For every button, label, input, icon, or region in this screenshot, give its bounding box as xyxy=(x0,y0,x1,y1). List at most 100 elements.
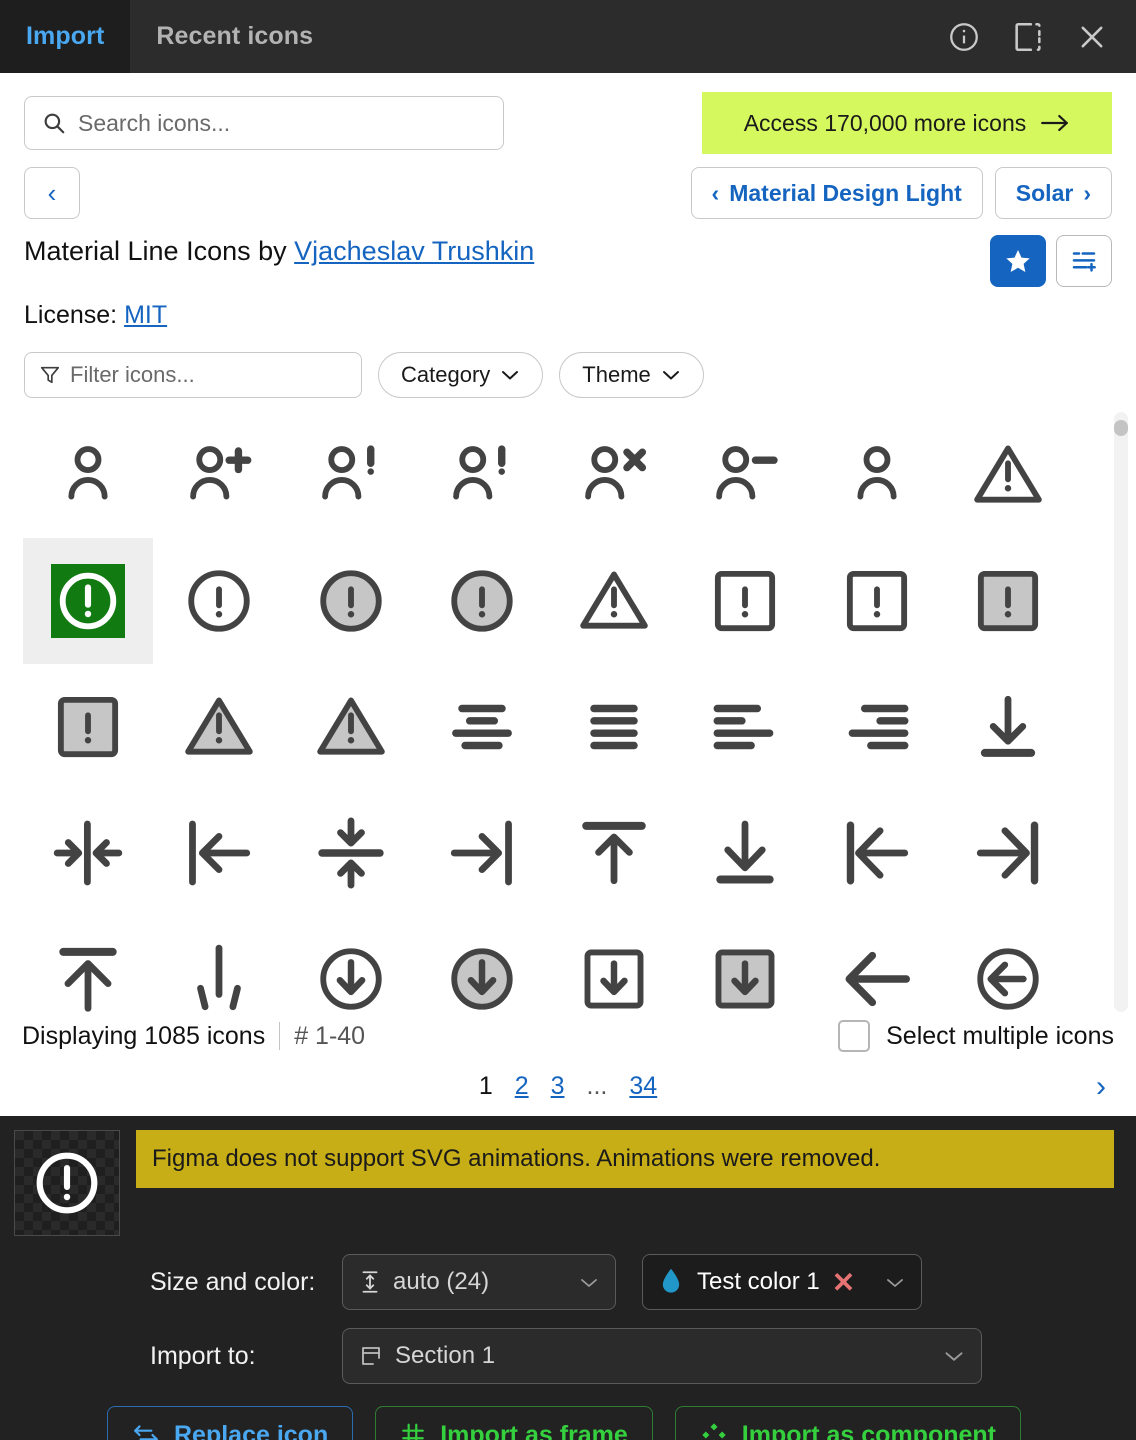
import-as-component-button[interactable]: Import as component xyxy=(674,1406,1021,1440)
icon-cell[interactable] xyxy=(943,790,1075,916)
prev-pack-button[interactable]: ‹ Material Design Light xyxy=(690,167,983,219)
header-bar: Import Recent icons xyxy=(0,0,1136,73)
search-placeholder: Search icons... xyxy=(78,109,231,136)
arrows-collapse-vertical-icon xyxy=(286,790,416,916)
clear-color-icon[interactable]: ✕ xyxy=(832,1266,855,1299)
icon-cell[interactable] xyxy=(285,664,417,790)
icon-cell[interactable] xyxy=(548,916,680,1012)
header-spacer xyxy=(339,0,942,73)
icon-cell[interactable] xyxy=(417,916,549,1012)
icon-cell[interactable] xyxy=(943,412,1075,538)
pagination-page[interactable]: 34 xyxy=(629,1072,657,1101)
icon-cell[interactable] xyxy=(285,916,417,1012)
import-as-frame-button[interactable]: Import as frame xyxy=(375,1406,653,1440)
arrow-left-to-bar-icon xyxy=(812,790,942,916)
filter-input[interactable]: Filter icons... xyxy=(24,352,362,398)
icon-cell[interactable] xyxy=(680,664,812,790)
access-more-icons-button[interactable]: Access 170,000 more icons xyxy=(702,92,1112,154)
select-multiple-checkbox[interactable] xyxy=(838,1020,871,1052)
theme-dropdown[interactable]: Theme xyxy=(559,352,704,398)
icon-cell[interactable] xyxy=(154,916,286,1012)
icon-preview xyxy=(14,1130,120,1236)
info-icon[interactable] xyxy=(942,15,986,59)
icon-cell[interactable] xyxy=(417,790,549,916)
icon-cell[interactable] xyxy=(811,664,943,790)
tab-recent-icons[interactable]: Recent icons xyxy=(130,0,339,73)
icon-cell[interactable] xyxy=(285,790,417,916)
arrow-right-to-bar-icon xyxy=(943,790,1073,916)
icon-cell[interactable] xyxy=(943,538,1075,664)
grid-scrollbar[interactable] xyxy=(1114,412,1128,1012)
icon-cell[interactable] xyxy=(154,664,286,790)
icon-cell[interactable] xyxy=(943,916,1075,1012)
pagination-next-button[interactable]: › xyxy=(1096,1070,1106,1104)
arrows-collapse-horizontal-icon xyxy=(23,790,153,916)
category-label: Category xyxy=(401,362,491,387)
alert-circle-icon xyxy=(154,538,284,664)
category-dropdown[interactable]: Category xyxy=(378,352,544,398)
align-right-icon xyxy=(812,664,942,790)
import-actions: Replace icon Import as frame Import as c… xyxy=(14,1406,1114,1440)
pagination-page[interactable]: 3 xyxy=(551,1072,565,1101)
icon-cell[interactable] xyxy=(22,790,154,916)
icon-cell[interactable] xyxy=(22,664,154,790)
icon-cell[interactable] xyxy=(22,538,154,664)
panel-resize-icon[interactable] xyxy=(1006,15,1050,59)
icon-cell[interactable] xyxy=(22,916,154,1012)
size-value: auto (24) xyxy=(393,1268,490,1295)
import-to-label: Import to: xyxy=(150,1341,256,1370)
icon-cell[interactable] xyxy=(22,412,154,538)
icon-cell[interactable] xyxy=(811,790,943,916)
size-and-color-row: Size and color: auto (24) Test color 1 ✕ xyxy=(14,1254,1114,1310)
next-pack-button[interactable]: Solar › xyxy=(994,167,1112,219)
icon-cell[interactable] xyxy=(154,538,286,664)
icon-cell[interactable] xyxy=(548,790,680,916)
height-icon xyxy=(359,1269,381,1295)
icon-cell[interactable] xyxy=(285,412,417,538)
icon-cell[interactable] xyxy=(154,790,286,916)
icon-cell[interactable] xyxy=(548,412,680,538)
grid-scrollbar-thumb[interactable] xyxy=(1114,420,1128,436)
back-button[interactable]: ‹ xyxy=(24,167,80,219)
alert-triangle-icon xyxy=(943,412,1073,538)
icon-cell[interactable] xyxy=(417,412,549,538)
license-link[interactable]: MIT xyxy=(124,301,167,329)
icon-cell[interactable] xyxy=(548,538,680,664)
icon-cell[interactable] xyxy=(680,790,812,916)
license-label: License: xyxy=(24,301,118,329)
icon-cell[interactable] xyxy=(680,538,812,664)
close-icon[interactable] xyxy=(1070,15,1114,59)
icon-cell[interactable] xyxy=(417,664,549,790)
alert-circle-gray-icon xyxy=(286,538,416,664)
icon-cell[interactable] xyxy=(285,538,417,664)
select-multiple-toggle[interactable]: Select multiple icons xyxy=(838,1020,1114,1052)
alert-square-icon xyxy=(812,538,942,664)
arrow-left-icon xyxy=(812,916,942,1012)
pack-author-link[interactable]: Vjacheslav Trushkin xyxy=(294,236,534,266)
pack-title-row: Material Line Icons by Vjacheslav Trushk… xyxy=(0,219,1136,287)
icon-cell[interactable] xyxy=(811,412,943,538)
icon-cell[interactable] xyxy=(811,916,943,1012)
color-dropdown[interactable]: Test color 1 ✕ xyxy=(642,1254,922,1310)
icon-cell[interactable] xyxy=(548,664,680,790)
icon-cell[interactable] xyxy=(811,538,943,664)
icon-cell[interactable] xyxy=(154,412,286,538)
user-plus-icon xyxy=(154,412,284,538)
search-input[interactable]: Search icons... xyxy=(24,96,504,150)
arrow-up-to-line-icon xyxy=(549,790,679,916)
size-dropdown[interactable]: auto (24) xyxy=(342,1254,616,1310)
icon-cell[interactable] xyxy=(417,538,549,664)
import-to-dropdown[interactable]: Section 1 xyxy=(342,1328,982,1384)
arrow-down-circle-gray-icon xyxy=(417,916,547,1012)
icon-cell[interactable] xyxy=(680,412,812,538)
tab-import[interactable]: Import xyxy=(0,0,131,73)
add-to-list-button[interactable] xyxy=(1056,235,1112,287)
icon-cell[interactable] xyxy=(943,664,1075,790)
replace-icon-button[interactable]: Replace icon xyxy=(107,1406,354,1440)
import-as-frame-label: Import as frame xyxy=(440,1420,628,1440)
chevron-down-icon xyxy=(500,368,520,382)
pagination-page[interactable]: 2 xyxy=(515,1072,529,1101)
icon-cell[interactable] xyxy=(680,916,812,1012)
favorite-button[interactable] xyxy=(990,235,1046,287)
tab-import-label: Import xyxy=(26,22,105,50)
